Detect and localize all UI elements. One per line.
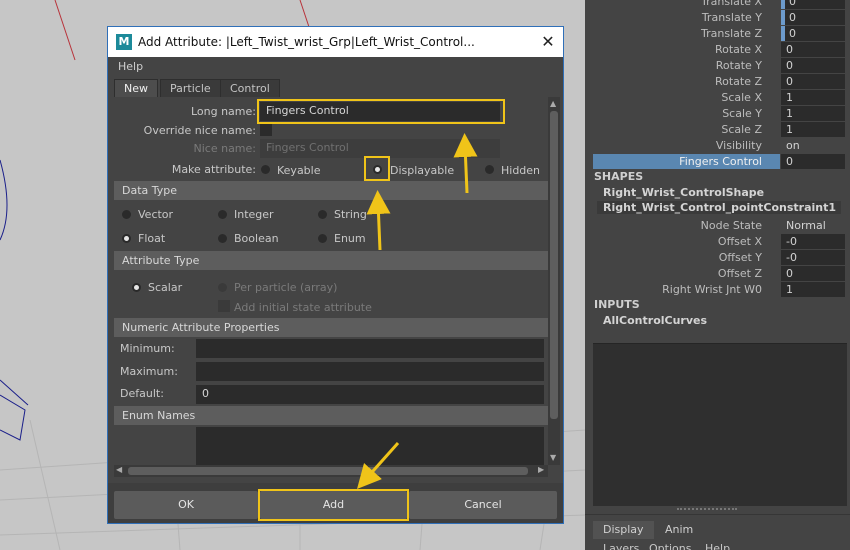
annotation-arrows xyxy=(357,133,478,489)
arrow-to-displayable xyxy=(366,190,391,251)
arrow-to-long-name xyxy=(453,133,478,194)
arrow-to-add xyxy=(357,442,400,489)
